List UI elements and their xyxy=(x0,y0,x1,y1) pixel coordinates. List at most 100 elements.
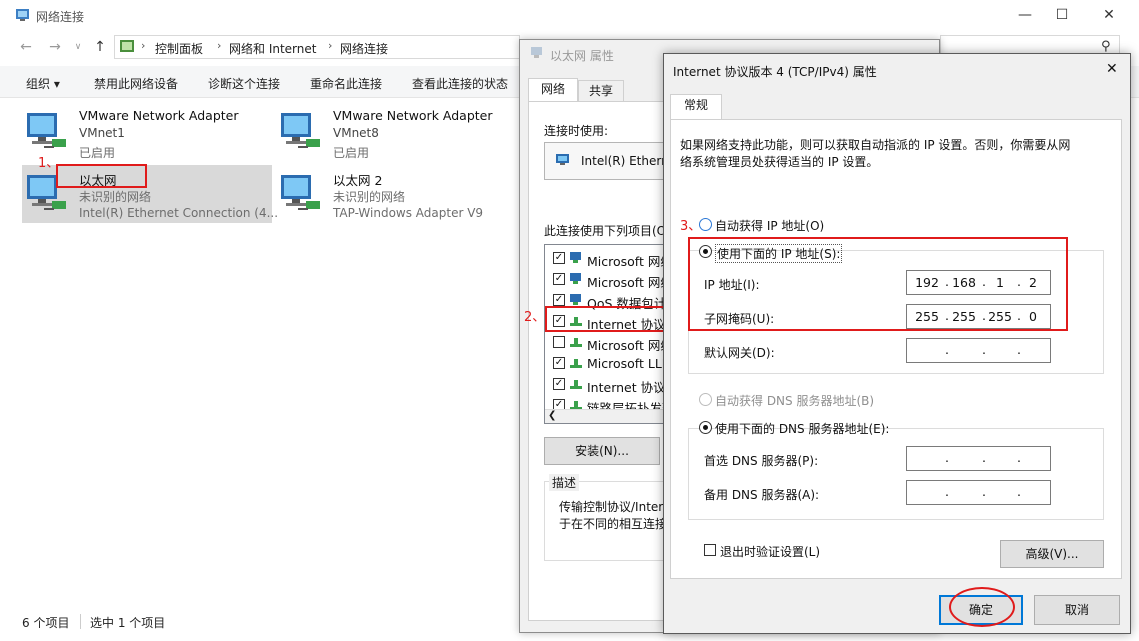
item-checkbox[interactable]: ✓ xyxy=(553,357,565,369)
install-label: 安装(N)... xyxy=(575,444,629,458)
breadcrumb-network-internet[interactable]: 网络和 Internet xyxy=(229,40,316,57)
list-item[interactable]: ✓ Internet 协议版 xyxy=(545,374,678,395)
gateway-label: 默认网关(D): xyxy=(704,346,775,360)
manual-dns-radio[interactable] xyxy=(699,421,712,434)
control-panel-icon xyxy=(119,39,135,55)
network-adapter-icon xyxy=(530,46,544,60)
step-3-highlight xyxy=(688,237,1068,331)
scroll-left-icon[interactable]: ❮ xyxy=(548,410,556,421)
tab-general[interactable]: 常规 xyxy=(670,94,722,120)
adapter-field: Intel(R) Etherne xyxy=(544,142,677,180)
adapter-network: VMnet8 xyxy=(333,126,379,140)
network-adapter-icon xyxy=(278,109,322,153)
item-checkbox[interactable]: ✓ xyxy=(553,252,565,264)
adapter-name: VMware Network Adapter xyxy=(333,108,493,123)
adapter-device: TAP-Windows Adapter V9 xyxy=(333,206,484,220)
item-checkbox[interactable] xyxy=(553,336,565,348)
network-folder-icon xyxy=(15,7,31,23)
protocol-icon xyxy=(569,377,583,391)
adapter-name: VMware Network Adapter xyxy=(79,108,239,123)
protocol-icon xyxy=(569,356,583,370)
list-item[interactable]: ✓ Microsoft LLD xyxy=(545,353,673,374)
address-bar[interactable]: › 控制面板 › 网络和 Internet › 网络连接 xyxy=(114,35,520,59)
dialog-title: Internet 协议版本 4 (TCP/IPv4) 属性 xyxy=(673,65,877,79)
adapter-network: 未识别的网络 xyxy=(333,190,406,204)
preferred-dns-input[interactable]: . . . xyxy=(906,446,1051,471)
up-arrow-icon[interactable]: ↑ xyxy=(90,37,110,57)
validate-checkbox[interactable] xyxy=(704,544,716,556)
breadcrumb-sep-icon: › xyxy=(217,39,222,52)
breadcrumb-sep-icon: › xyxy=(328,39,333,52)
item-checkbox[interactable]: ✓ xyxy=(553,399,565,409)
install-button[interactable]: 安装(N)... xyxy=(544,437,660,465)
network-adapter-icon xyxy=(24,109,68,153)
client-icon xyxy=(569,251,583,265)
description-line-2: 于在不同的相互连接 xyxy=(559,517,668,531)
tab-label: 网络 xyxy=(540,82,565,96)
selected-count: 选中 1 个项目 xyxy=(90,616,166,630)
list-item[interactable]: ✓ Microsoft 网络 xyxy=(545,248,673,269)
components-list[interactable]: ✓ Microsoft 网络 ✓ Microsoft 网络 ✓ QoS 数据包计… xyxy=(544,244,678,424)
manual-dns-label[interactable]: 使用下面的 DNS 服务器地址(E): xyxy=(715,420,889,437)
adapter-device: Intel(R) Ethernet Connection (4... xyxy=(79,206,279,220)
item-label: Microsoft LLD xyxy=(587,356,672,371)
rename-button[interactable]: 重命名此连接 xyxy=(310,75,382,92)
dns-group xyxy=(688,428,1104,520)
item-label: 链路层拓扑发现 xyxy=(587,401,673,409)
auto-ip-label[interactable]: 自动获得 IP 地址(O) xyxy=(715,217,824,234)
list-item[interactable]: ✓ Microsoft 网络 xyxy=(545,269,673,290)
item-checkbox[interactable]: ✓ xyxy=(553,273,565,285)
item-checkbox[interactable]: ✓ xyxy=(553,294,565,306)
close-icon[interactable]: ✕ xyxy=(1106,61,1118,77)
close-button[interactable]: ✕ xyxy=(1087,2,1131,28)
intro-line-2: 络系统管理员处获得适当的 IP 设置。 xyxy=(680,155,879,169)
cancel-label: 取消 xyxy=(1064,603,1089,617)
auto-dns-radio xyxy=(699,393,712,406)
dialog-title: 以太网 属性 xyxy=(550,49,614,63)
items-label: 此连接使用下列项目(O xyxy=(544,224,667,238)
item-checkbox[interactable]: ✓ xyxy=(553,378,565,390)
step-2-label: 2、 xyxy=(524,310,546,325)
status-divider xyxy=(80,614,81,629)
disable-device-button[interactable]: 禁用此网络设备 xyxy=(94,75,178,92)
tab-sharing[interactable]: 共享 xyxy=(578,80,624,102)
dns-dot: . xyxy=(982,450,986,465)
item-label: Microsoft 网络 xyxy=(587,338,673,353)
dns-dot: . xyxy=(945,484,949,499)
advanced-button[interactable]: 高级(V)... xyxy=(1000,540,1104,568)
breadcrumb-network-connections[interactable]: 网络连接 xyxy=(340,40,388,57)
alternate-dns-input[interactable]: . . . xyxy=(906,480,1051,505)
search-icon: ⚲ xyxy=(1101,39,1111,54)
description-line-1: 传输控制协议/Inter xyxy=(559,500,664,514)
back-arrow-icon[interactable]: ← xyxy=(16,37,36,57)
adapter-network: 未识别的网络 xyxy=(79,190,152,204)
adapter-ethernet-2[interactable]: 以太网 2 未识别的网络 TAP-Windows Adapter V9 xyxy=(276,165,528,223)
breadcrumb-control-panel[interactable]: 控制面板 xyxy=(155,40,203,57)
adapter-vmnet1[interactable]: VMware Network Adapter VMnet1 已启用 xyxy=(22,103,274,161)
description-group: 描述 传输控制协议/Inter 于在不同的相互连接 xyxy=(544,474,674,561)
preferred-dns-label: 首选 DNS 服务器(P): xyxy=(704,454,819,468)
organize-menu[interactable]: 组织 ▾ xyxy=(26,75,60,92)
adapter-name: Intel(R) Etherne xyxy=(581,154,677,168)
list-item[interactable]: Microsoft 网络 xyxy=(545,332,673,353)
auto-ip-radio[interactable] xyxy=(699,218,712,231)
item-count: 6 个项目 xyxy=(22,616,70,630)
validate-label[interactable]: 退出时验证设置(L) xyxy=(720,543,820,560)
view-status-button[interactable]: 查看此连接的状态 xyxy=(412,75,508,92)
diagnose-button[interactable]: 诊断这个连接 xyxy=(208,75,280,92)
history-chevron-icon[interactable]: ∨ xyxy=(68,37,88,57)
connect-using-label: 连接时使用: xyxy=(544,124,609,138)
alternate-dns-label: 备用 DNS 服务器(A): xyxy=(704,488,820,502)
forward-arrow-icon[interactable]: → xyxy=(45,37,65,57)
cancel-button[interactable]: 取消 xyxy=(1034,595,1120,625)
service-icon xyxy=(569,293,583,307)
tab-label: 常规 xyxy=(683,98,708,112)
adapter-vmnet8[interactable]: VMware Network Adapter VMnet8 已启用 xyxy=(276,103,528,161)
dns-dot: . xyxy=(945,450,949,465)
description-label: 描述 xyxy=(549,474,580,491)
tab-network[interactable]: 网络 xyxy=(528,78,578,102)
maximize-button[interactable]: ☐ xyxy=(1040,2,1084,28)
list-item[interactable]: ✓ 链路层拓扑发现 xyxy=(545,395,673,409)
gateway-input[interactable]: . . . xyxy=(906,338,1051,363)
horizontal-scrollbar[interactable]: ❮ xyxy=(545,409,673,423)
